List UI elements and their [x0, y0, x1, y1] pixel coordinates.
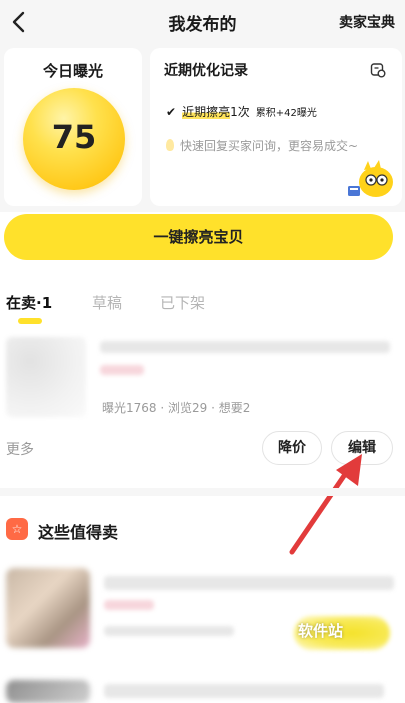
mascot-illustration [348, 160, 393, 197]
listing-tabs: 在卖·1 草稿 已下架 [0, 288, 405, 328]
today-exposure-card[interactable]: 今日曝光 75 [4, 48, 142, 206]
polish-record-line: ✔ 近期擦亮1次 累积+42曝光 [166, 103, 317, 120]
tab-delisted[interactable]: 已下架 [160, 292, 205, 313]
optimization-record-card[interactable]: 近期优化记录 ✔ 近期擦亮1次 累积+42曝光 快速回复买家问询，更容易成交~ [150, 48, 402, 206]
more-button[interactable]: 更多 [6, 439, 34, 459]
recommend-thumbnail[interactable] [6, 568, 90, 648]
item-thumbnail[interactable] [6, 337, 86, 417]
active-tab-indicator [18, 318, 42, 324]
reply-tip: 快速回复买家问询，更容易成交~ [166, 136, 386, 156]
one-click-polish-button[interactable]: 一键擦亮宝贝 [4, 214, 393, 260]
record-settings-icon[interactable] [370, 62, 386, 78]
exposure-label: 今日曝光 [42, 62, 103, 80]
top-nav-bar: 我发布的 卖家宝典 [0, 0, 405, 44]
tab-drafts[interactable]: 草稿 [92, 292, 122, 313]
tab-on-sale[interactable]: 在卖·1 [6, 292, 52, 313]
recommend-title-blurred-2 [104, 684, 384, 698]
recommend-meta-blurred [104, 626, 234, 636]
recommend-thumbnail-2[interactable] [6, 680, 90, 703]
section-divider [0, 488, 405, 496]
section-title: 这些值得卖 [38, 523, 119, 542]
seller-guide-link[interactable]: 卖家宝典 [339, 12, 395, 32]
annotation-arrow [289, 454, 362, 555]
polish-count: 1次 [230, 105, 250, 119]
item-price-blurred [100, 365, 144, 375]
item-stats: 曝光1768 · 浏览29 · 想要2 [102, 401, 251, 415]
exposure-ball: 75 [23, 88, 125, 190]
record-title: 近期优化记录 [164, 63, 248, 79]
recommend-title-blurred [104, 576, 394, 590]
recommend-item-2[interactable] [0, 676, 405, 703]
reply-tip-text: 快速回复买家问询，更容易成交~ [180, 139, 359, 153]
exposure-value: 75 [51, 118, 97, 156]
star-glyph: ☆ [11, 522, 23, 536]
item-title-blurred [100, 341, 390, 353]
watermark-text: 软件站 [298, 622, 344, 640]
check-icon: ✔ [166, 105, 177, 119]
lightbulb-icon [166, 139, 174, 151]
polish-highlight: 近期擦亮 [182, 105, 231, 119]
polish-total: 累积+42曝光 [255, 108, 317, 119]
star-badge-icon: ☆ [6, 518, 28, 540]
recommend-price-blurred [104, 600, 154, 610]
